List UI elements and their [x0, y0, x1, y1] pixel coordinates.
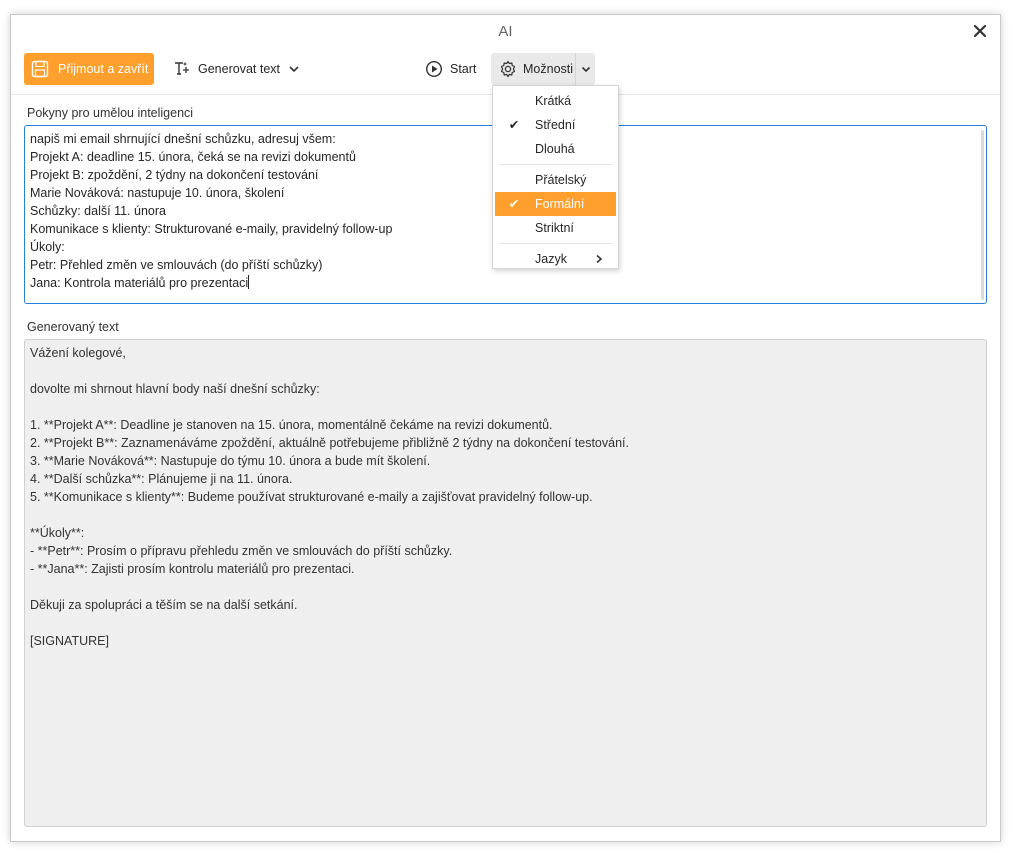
start-label: Start [450, 62, 477, 76]
menu-item-label: Krátká [535, 94, 572, 108]
menu-item-length-short[interactable]: Krátká [495, 89, 616, 113]
gear-icon [500, 60, 516, 78]
close-button[interactable] [970, 21, 990, 41]
options-button[interactable]: Možnosti [491, 53, 595, 85]
output-line: - **Jana**: Zajisti prosím kontrolu mate… [30, 562, 355, 576]
prompt-line-last: Jana: Kontrola materiálů pro prezentaci [30, 274, 981, 292]
check-icon: ✔ [508, 197, 520, 211]
menu-item-label: Střední [535, 118, 576, 132]
check-icon: ✔ [508, 118, 520, 132]
chevron-down-icon [289, 66, 299, 73]
menu-item-label: Jazyk [535, 252, 567, 266]
window-title: AI [498, 23, 513, 40]
output-line: 2. **Projekt B**: Zaznamenáváme zpoždění… [30, 436, 629, 450]
menu-item-length-long[interactable]: Dlouhá [495, 137, 616, 161]
output-line: 3. **Marie Nováková**: Nastupuje do týmu… [30, 454, 431, 468]
menu-item-label: Striktní [535, 221, 574, 235]
output-line: - **Petr**: Prosím o přípravu přehledu z… [30, 544, 453, 558]
output-line: [SIGNATURE] [30, 634, 109, 648]
close-icon [973, 24, 987, 38]
menu-item-tone-friendly[interactable]: Přátelský [495, 168, 616, 192]
menu-item-tone-strict[interactable]: Striktní [495, 216, 616, 240]
output-line: 1. **Projekt A**: Deadline je stanoven n… [30, 418, 553, 432]
accept-and-close-button[interactable]: Přijmout a zavřít [24, 53, 154, 85]
menu-item-language[interactable]: Jazyk [495, 247, 616, 271]
chevron-right-icon [594, 247, 604, 271]
start-button[interactable]: Start [421, 53, 480, 85]
text-caret [248, 275, 250, 289]
prompt-line: Jana: Kontrola materiálů pro prezentaci [30, 276, 249, 290]
options-dropdown-toggle[interactable] [575, 53, 595, 85]
options-main[interactable]: Možnosti [491, 53, 575, 85]
output-line: Vážení kolegové, [30, 346, 126, 360]
menu-item-tone-formal[interactable]: ✔ Formální [495, 192, 616, 216]
output-label: Generovaný text [27, 320, 119, 334]
save-icon [31, 60, 49, 78]
ai-dialog: AI Přijmout a zavřít Generovat text Star… [10, 14, 1001, 842]
menu-item-label: Formální [535, 197, 585, 211]
play-circle-icon [425, 60, 443, 78]
text-sparkle-icon [175, 62, 189, 75]
chevron-down-icon [581, 66, 590, 73]
output-line: Děkuji za spolupráci a těším se na další… [30, 598, 298, 612]
prompt-scrollbar[interactable] [981, 130, 984, 300]
output-line: 4. **Další schůzka**: Plánujeme ji na 11… [30, 472, 293, 486]
generate-label: Generovat text [198, 62, 280, 76]
output-line: 5. **Komunikace s klienty**: Budeme použ… [30, 490, 593, 504]
options-dropdown-menu: Krátká ✔ Střední Dlouhá Přátelský ✔ Form… [492, 85, 619, 269]
options-label: Možnosti [523, 62, 574, 76]
menu-separator [499, 164, 612, 165]
generated-text-area[interactable]: Vážení kolegové, dovolte mi shrnout hlav… [24, 339, 987, 827]
menu-item-label: Přátelský [535, 173, 587, 187]
output-line: **Úkoly**: [30, 526, 85, 540]
prompt-label: Pokyny pro umělou inteligenci [27, 106, 194, 120]
menu-item-label: Dlouhá [535, 142, 575, 156]
accept-label: Přijmout a zavřít [58, 62, 149, 76]
menu-separator [499, 243, 612, 244]
output-line: dovolte mi shrnout hlavní body naší dneš… [30, 382, 320, 396]
generate-text-button[interactable]: Generovat text [167, 53, 307, 85]
menu-item-length-medium[interactable]: ✔ Střední [495, 113, 616, 137]
